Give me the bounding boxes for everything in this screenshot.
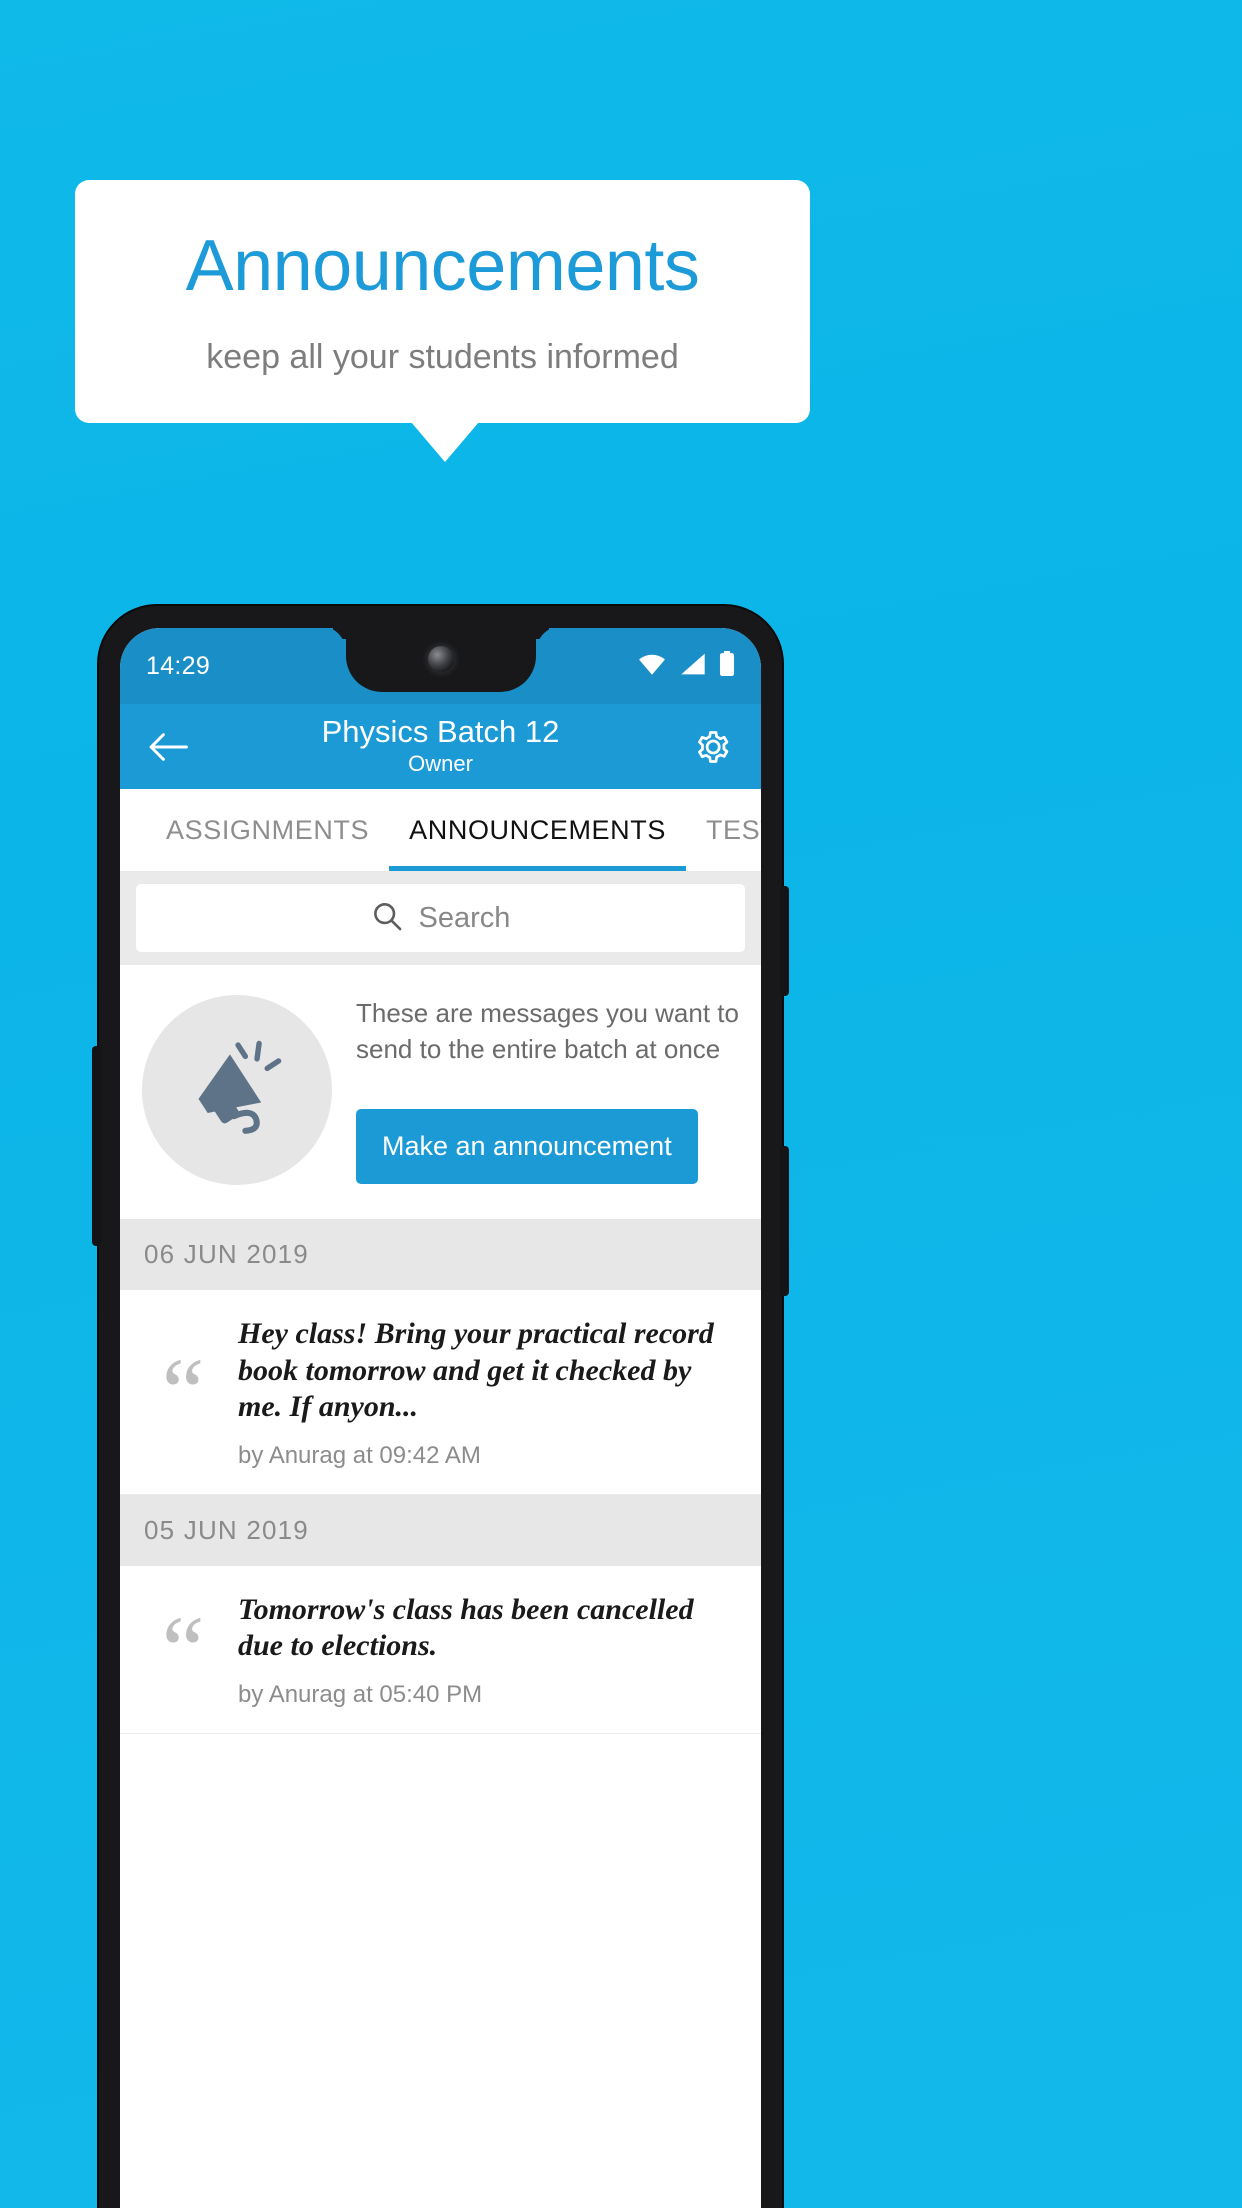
announcement-body: Hey class! Bring your practical record b… bbox=[238, 1316, 737, 1470]
promo-card: Announcements keep all your students inf… bbox=[75, 180, 810, 423]
tab-assignments[interactable]: ASSIGNMENTS bbox=[146, 789, 389, 871]
volume-button[interactable] bbox=[780, 1146, 789, 1296]
date-header: 06 JUN 2019 bbox=[120, 1219, 761, 1290]
battery-icon bbox=[719, 650, 735, 682]
date-header: 05 JUN 2019 bbox=[120, 1494, 761, 1566]
announcement-text: Tomorrow's class has been cancelled due … bbox=[238, 1592, 694, 1663]
announcement-body: Tomorrow's class has been cancelled due … bbox=[238, 1592, 737, 1709]
prompt-content: These are messages you want to send to t… bbox=[356, 996, 739, 1184]
signal-icon bbox=[680, 652, 706, 681]
camera-notch bbox=[345, 628, 536, 692]
back-button[interactable] bbox=[142, 721, 194, 773]
tab-bar: ASSIGNMENTS ANNOUNCEMENTS TESTS ` bbox=[120, 789, 761, 871]
announcement-prompt: These are messages you want to send to t… bbox=[120, 965, 761, 1219]
promo-screenshot: Announcements keep all your students inf… bbox=[0, 0, 1242, 2208]
phone-frame: 14:29 Physics Batch 12 Owner ASSIGNMENTS… bbox=[92, 606, 789, 2208]
search-placeholder: Search bbox=[418, 901, 511, 934]
status-bar: 14:29 bbox=[120, 628, 761, 704]
wifi-icon bbox=[637, 652, 667, 681]
promo-title: Announcements bbox=[185, 226, 700, 306]
promo-card-tail bbox=[411, 422, 479, 462]
announcement-meta: by Anurag at 05:40 PM bbox=[238, 1680, 483, 1708]
make-announcement-button[interactable]: Make an announcement bbox=[356, 1108, 698, 1184]
app-bar: Physics Batch 12 Owner bbox=[120, 704, 761, 789]
announcement-item[interactable]: “ Hey class! Bring your practical record… bbox=[120, 1290, 761, 1495]
search-bar-container: Search bbox=[120, 871, 761, 965]
megaphone-icon bbox=[142, 995, 332, 1185]
page-title: Physics Batch 12 bbox=[321, 713, 560, 749]
tab-announcements[interactable]: ANNOUNCEMENTS bbox=[389, 789, 686, 871]
page-subtitle: Owner bbox=[408, 751, 473, 777]
power-button[interactable] bbox=[780, 886, 789, 996]
side-button[interactable] bbox=[92, 1046, 101, 1246]
status-icons bbox=[637, 650, 735, 682]
announcement-meta: by Anurag at 09:42 AM bbox=[238, 1441, 481, 1469]
promo-subtitle: keep all your students informed bbox=[206, 338, 679, 376]
prompt-text: These are messages you want to send to t… bbox=[356, 998, 739, 1064]
quote-icon: “ bbox=[161, 1595, 205, 1703]
search-icon bbox=[371, 900, 403, 937]
settings-button[interactable] bbox=[687, 721, 739, 773]
tab-tests[interactable]: TESTS bbox=[686, 789, 761, 871]
search-input[interactable]: Search bbox=[136, 884, 745, 952]
front-camera bbox=[427, 646, 454, 672]
status-time: 14:29 bbox=[146, 651, 211, 680]
phone-screen: 14:29 Physics Batch 12 Owner ASSIGNMENTS… bbox=[120, 628, 761, 2208]
announcement-text: Hey class! Bring your practical record b… bbox=[238, 1317, 714, 1424]
announcement-item[interactable]: “ Tomorrow's class has been cancelled du… bbox=[120, 1565, 761, 1734]
quote-icon: “ bbox=[161, 1338, 205, 1446]
app-bar-titles: Physics Batch 12 Owner bbox=[120, 713, 761, 778]
